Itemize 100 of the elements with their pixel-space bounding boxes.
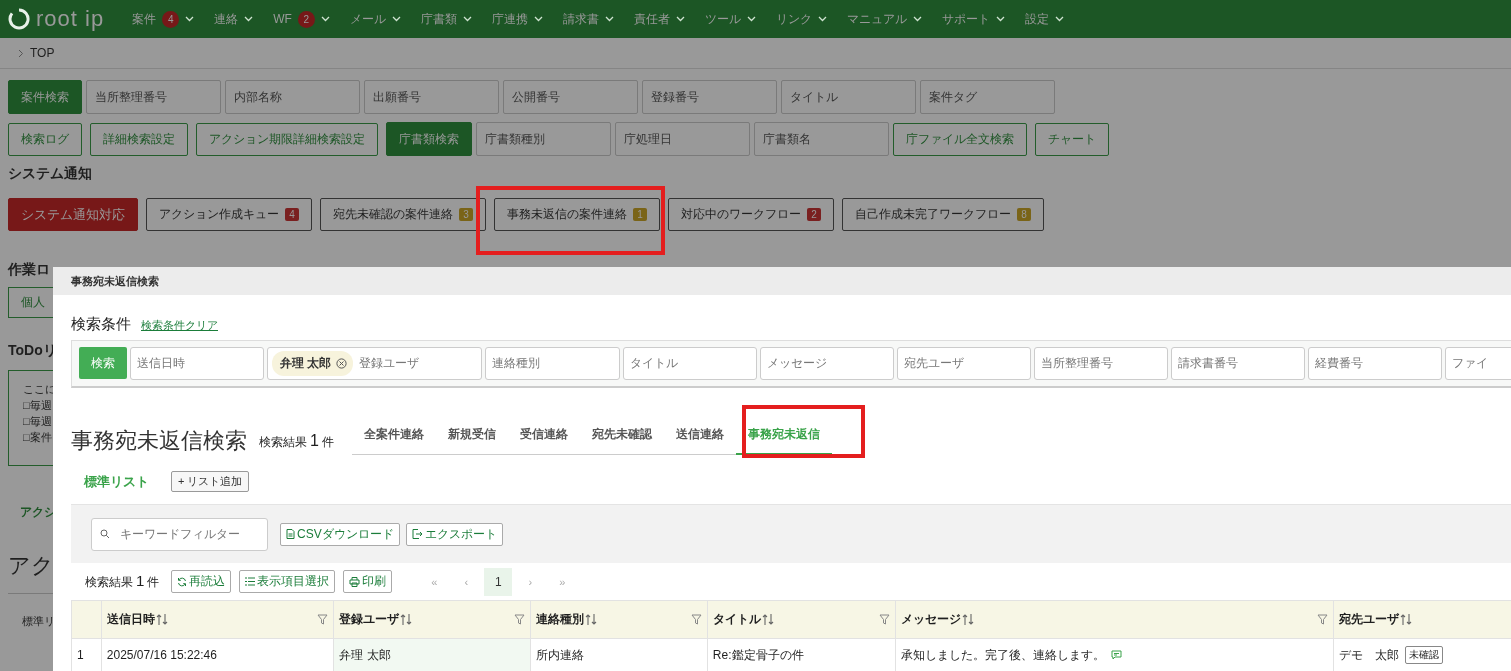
nav-menu-item[interactable]: 責任者 xyxy=(633,10,685,28)
filter-icon[interactable] xyxy=(690,614,702,625)
keyword-field[interactable]: キーワードフィルター xyxy=(91,517,268,551)
input-field[interactable]: メッセージ xyxy=(759,347,894,380)
breadcrumb-link[interactable]: TOP xyxy=(30,46,55,60)
column-header[interactable]: 送信日時 xyxy=(101,600,334,639)
input-field[interactable]: 庁処理日 xyxy=(615,122,750,156)
input-field[interactable]: 登録番号 xyxy=(642,80,777,114)
tab[interactable]: 事務宛未返信 xyxy=(735,418,832,455)
search-button[interactable]: 検索 xyxy=(79,347,127,379)
search-button[interactable]: 庁書類検索 xyxy=(386,122,472,156)
tab[interactable]: 全案件連絡 xyxy=(351,418,436,455)
previous-page-button[interactable]: ‹ xyxy=(452,567,481,596)
notification-button[interactable]: 事務未返信の案件連絡 1 xyxy=(494,198,660,231)
count-badge: 3 xyxy=(459,208,473,221)
print-icon xyxy=(349,576,361,587)
nav-menu-item[interactable]: ツール xyxy=(704,10,756,28)
export-button[interactable]: エクスポート xyxy=(405,522,503,546)
tab[interactable]: 宛先未確認 xyxy=(579,418,664,455)
nav-menu-item[interactable]: マニュアル xyxy=(846,10,922,28)
filter-icon[interactable] xyxy=(878,614,890,625)
column-select-button[interactable]: 表示項目選択 xyxy=(239,570,336,593)
filter-icon[interactable] xyxy=(514,614,526,625)
nav-menu-item[interactable]: 庁書類 xyxy=(420,10,472,28)
toolbar-button[interactable]: 庁ファイル全文検索 xyxy=(893,122,1027,156)
input-field[interactable]: 出願番号 xyxy=(364,80,499,114)
input-field[interactable]: 内部名称 xyxy=(225,80,360,114)
notification-button[interactable]: 自己作成未完了ワークフロー 8 xyxy=(842,198,1044,231)
reload-button[interactable]: 再読込 xyxy=(171,570,232,593)
count-badge: 4 xyxy=(285,208,299,221)
nav-menu-item[interactable]: メール xyxy=(349,10,401,28)
user-chip[interactable]: 弁理 太郎 xyxy=(271,351,354,376)
tab[interactable]: 新規受信 xyxy=(435,418,508,455)
page-button[interactable]: 1 xyxy=(484,567,513,596)
nav-menu-item[interactable]: 庁連携 xyxy=(491,10,543,28)
sort-icon[interactable] xyxy=(1400,613,1413,626)
column-header[interactable]: メッセージ xyxy=(895,600,1334,639)
search-button[interactable]: 案件検索 xyxy=(8,80,82,114)
input-field[interactable]: 庁書類種別 xyxy=(476,122,611,156)
input-field[interactable]: タイトル xyxy=(622,347,757,380)
input-field[interactable]: 宛先ユーザ xyxy=(896,347,1031,380)
toolbar-button[interactable]: アクション期限詳細検索設定 xyxy=(196,122,378,156)
notification-button[interactable]: 宛先未確認の案件連絡 3 xyxy=(320,198,486,231)
toolbar-button[interactable]: 検索ログ xyxy=(8,122,82,156)
list-tab[interactable]: 標準リスト xyxy=(84,472,149,491)
add-list-button[interactable]: + リスト追加 xyxy=(171,471,250,492)
notification-button[interactable]: システム通知対応 xyxy=(8,198,138,231)
sort-icon[interactable] xyxy=(400,613,413,626)
input-field[interactable]: 当所整理番号 xyxy=(86,80,221,114)
nav-menu-item[interactable]: 連絡 xyxy=(214,10,254,28)
csv-download-button[interactable]: CSVダウンロード xyxy=(280,522,400,546)
chevron-icon xyxy=(995,16,1005,22)
comment-icon[interactable] xyxy=(1110,650,1122,660)
page-heading: 事務宛未返信検索 xyxy=(71,427,247,455)
clear-conditions-link[interactable]: 検索条件クリア xyxy=(141,318,218,333)
column-header[interactable]: タイトル xyxy=(707,600,896,639)
input-field[interactable]: ファイ xyxy=(1444,347,1511,380)
chevron-icon xyxy=(912,16,922,22)
toolbar-button[interactable]: チャート xyxy=(1035,122,1109,156)
column-header[interactable]: 連絡種別 xyxy=(530,600,708,639)
remove-icon[interactable] xyxy=(336,358,348,369)
nav-menu-item[interactable]: 案件 4 xyxy=(132,10,195,28)
sort-icon[interactable] xyxy=(585,613,598,626)
notification-button[interactable]: 対応中のワークフロー 2 xyxy=(668,198,834,231)
input-field[interactable]: 経費番号 xyxy=(1307,347,1442,380)
nav-menu-item[interactable]: 請求書 xyxy=(562,10,614,28)
sort-icon[interactable] xyxy=(761,613,774,626)
input-field[interactable]: 公開番号 xyxy=(503,80,638,114)
input-field[interactable]: 案件タグ xyxy=(920,80,1055,114)
section-heading: 作業ロ xyxy=(8,261,51,279)
column-header[interactable]: 宛先ユーザ xyxy=(1333,600,1511,639)
input-field[interactable]: 請求書番号 xyxy=(1170,347,1305,380)
input-field[interactable]: 当所整理番号 xyxy=(1033,347,1168,380)
tab[interactable]: 受信連絡 xyxy=(507,418,580,455)
input-field[interactable]: 送信日時 xyxy=(129,347,264,380)
notification-button[interactable]: アクション作成キュー 4 xyxy=(146,198,312,231)
sort-icon[interactable] xyxy=(155,613,168,626)
chevron-icon xyxy=(1054,16,1064,22)
nav-menu-item[interactable]: リンク xyxy=(775,10,827,28)
file-icon xyxy=(286,529,295,539)
column-header[interactable]: 登録ユーザ xyxy=(333,600,531,639)
next-page-button[interactable]: › xyxy=(516,567,545,596)
input-field[interactable]: タイトル xyxy=(781,80,916,114)
print-button[interactable]: 印刷 xyxy=(343,570,393,593)
toolbar-button[interactable]: 詳細検索設定 xyxy=(90,122,188,156)
result-count: 検索結果 1 件 xyxy=(85,572,160,591)
first-page-button[interactable]: « xyxy=(420,567,449,596)
nav-menu-item[interactable]: WF 2 xyxy=(273,10,330,28)
sort-icon[interactable] xyxy=(961,613,974,626)
nav-menu-item[interactable]: サポート xyxy=(941,10,1005,28)
tab[interactable]: 送信連絡 xyxy=(663,418,736,455)
chevron-right-icon xyxy=(18,48,24,58)
input-field[interactable]: 連絡種別 xyxy=(485,347,620,380)
filter-icon[interactable] xyxy=(317,614,329,625)
filter-icon[interactable] xyxy=(1317,614,1329,625)
input-field[interactable]: 庁書類名 xyxy=(754,122,889,156)
user-field[interactable]: 弁理 太郎 登録ユーザ xyxy=(266,347,483,380)
last-page-button[interactable]: » xyxy=(548,567,577,596)
nav-menu-item[interactable]: 設定 xyxy=(1024,10,1064,28)
chevron-icon xyxy=(533,16,543,22)
